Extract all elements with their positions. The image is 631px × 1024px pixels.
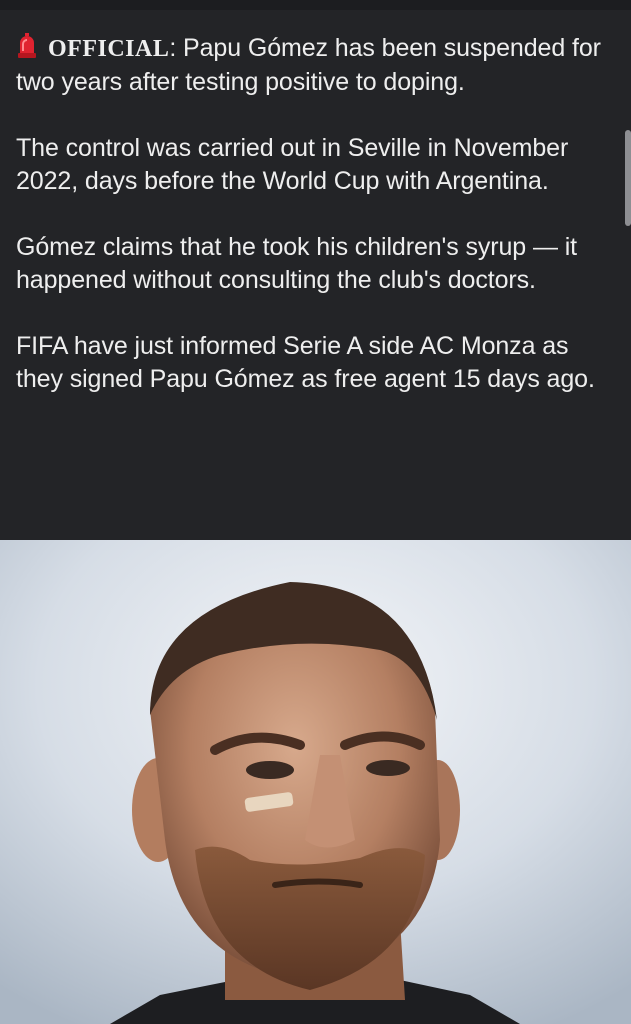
paragraph-3: Gómez claims that he took his children's… xyxy=(16,233,578,294)
post-card: OFFICIAL: Papu Gómez has been suspended … xyxy=(0,0,631,540)
official-tag: OFFICIAL xyxy=(48,36,170,62)
siren-icon xyxy=(16,33,38,59)
player-photo xyxy=(0,540,631,1024)
paragraph-4: FIFA have just informed Serie A side AC … xyxy=(16,332,595,393)
paragraph-1: OFFICIAL: Papu Gómez has been suspended … xyxy=(16,32,618,99)
post-text: OFFICIAL: Papu Gómez has been suspended … xyxy=(16,32,618,429)
paragraph-2: The control was carried out in Seville i… xyxy=(16,134,569,195)
scrollbar[interactable] xyxy=(625,130,631,226)
